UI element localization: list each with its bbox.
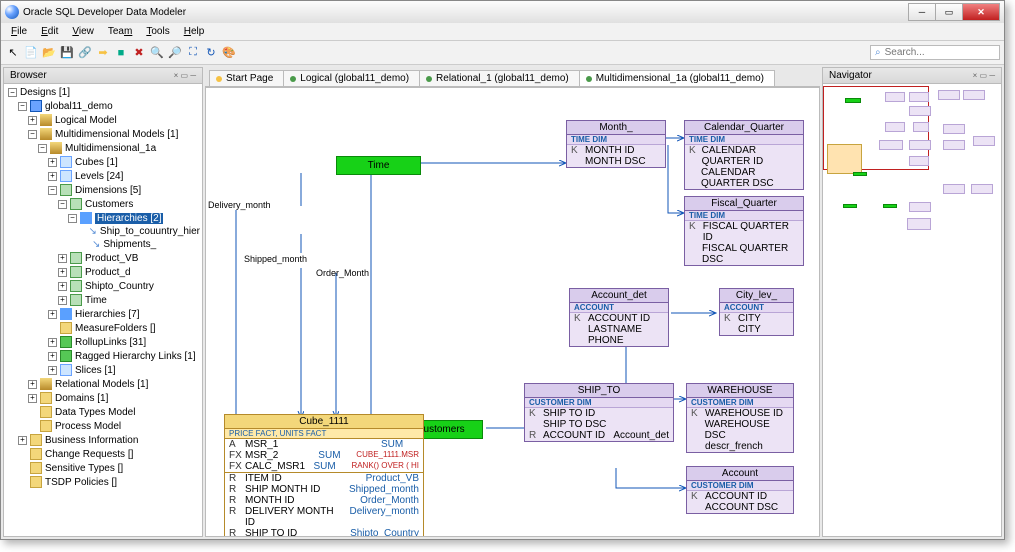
menu-view[interactable]: View <box>66 25 100 38</box>
entity-cube[interactable]: Cube_1111 PRICE FACT, UNITS FACT AMSR_1S… <box>224 414 424 537</box>
palette-icon[interactable]: 🎨 <box>221 45 237 61</box>
chain-icon[interactable]: 🔗 <box>77 45 93 61</box>
tab-relational[interactable]: Relational_1 (global11_demo) <box>419 70 580 86</box>
menu-file[interactable]: File <box>5 25 33 38</box>
entity-month[interactable]: Month_TIME DIM KMONTH ID MONTH DSC <box>566 120 666 168</box>
menubar: File Edit View Team Tools Help <box>1 23 1004 41</box>
navigator-minimap[interactable] <box>823 84 1001 536</box>
search-box[interactable]: ⌕ <box>870 45 1000 60</box>
navigator-controls[interactable]: × ▭ ─ <box>973 71 995 80</box>
node-time[interactable]: Time <box>336 156 421 175</box>
browser-controls[interactable]: × ▭ ─ <box>174 71 196 80</box>
menu-edit[interactable]: Edit <box>35 25 64 38</box>
diagram-canvas[interactable]: Delivery_month Shipped_month Order_Month… <box>205 87 820 537</box>
entity-acct[interactable]: Account_detACCOUNT KACCOUNT ID LASTNAME … <box>569 288 669 347</box>
app-title: Oracle SQL Developer Data Modeler <box>23 7 186 18</box>
menu-help[interactable]: Help <box>178 25 211 38</box>
entity-account[interactable]: AccountCUSTOMER DIM KACCOUNT ID ACCOUNT … <box>686 466 794 514</box>
navigator-pane: Navigator × ▭ ─ <box>822 67 1002 537</box>
search-icon: ⌕ <box>875 47 881 58</box>
app-icon <box>5 5 19 19</box>
menu-tools[interactable]: Tools <box>140 25 175 38</box>
entity-warehouse[interactable]: WAREHOUSECUSTOMER DIM KWAREHOUSE ID WARE… <box>686 383 794 453</box>
save-icon[interactable]: 💾 <box>59 45 75 61</box>
tab-logical[interactable]: Logical (global11_demo) <box>283 70 420 86</box>
label-order: Order_Month <box>316 268 369 278</box>
search-input[interactable] <box>885 47 985 58</box>
cursor-icon[interactable]: ↖ <box>5 45 21 61</box>
entity-city[interactable]: City_lev_ACCOUNT KCITY CITY <box>719 288 794 336</box>
entity-fisq[interactable]: Fiscal_QuarterTIME DIM KFISCAL QUARTER I… <box>684 196 804 266</box>
refresh-icon[interactable]: ↻ <box>203 45 219 61</box>
arrow-icon[interactable]: ➡ <box>95 45 111 61</box>
new-icon[interactable]: 📄 <box>23 45 39 61</box>
entity-shipto[interactable]: SHIP_TOCUSTOMER DIM KSHIP TO ID SHIP TO … <box>524 383 674 442</box>
toolbar: ↖ 📄 📂 💾 🔗 ➡ ■ ✖ 🔍 🔎 ⛶ ↻ 🎨 ⌕ <box>1 41 1004 65</box>
tab-start[interactable]: Start Page <box>209 70 284 86</box>
close-button[interactable]: ✕ <box>962 3 1000 21</box>
entity-calq[interactable]: Calendar_QuarterTIME DIM KCALENDAR QUART… <box>684 120 804 190</box>
open-icon[interactable]: 📂 <box>41 45 57 61</box>
label-delivery: Delivery_month <box>208 200 271 210</box>
browser-title: Browser <box>10 70 47 81</box>
tree-selected[interactable]: Hierarchies [2] <box>95 213 163 224</box>
fit-icon[interactable]: ⛶ <box>185 45 201 61</box>
delete-icon[interactable]: ✖ <box>131 45 147 61</box>
minimize-button[interactable]: ─ <box>908 3 936 21</box>
zoom-out-icon[interactable]: 🔎 <box>167 45 183 61</box>
label-shipped: Shipped_month <box>244 254 307 264</box>
titlebar: Oracle SQL Developer Data Modeler ─ ▭ ✕ <box>1 1 1004 23</box>
browser-pane: Browser × ▭ ─ −Designs [1] −global11_dem… <box>3 67 203 537</box>
menu-team[interactable]: Team <box>102 25 138 38</box>
new-model-icon[interactable]: ■ <box>113 45 129 61</box>
tab-multidim[interactable]: Multidimensional_1a (global11_demo) <box>579 70 775 86</box>
zoom-in-icon[interactable]: 🔍 <box>149 45 165 61</box>
editor-tabs: Start Page Logical (global11_demo) Relat… <box>205 67 820 87</box>
browser-tree[interactable]: −Designs [1] −global11_demo +Logical Mod… <box>4 84 202 536</box>
expand-icon[interactable]: − <box>8 88 17 97</box>
navigator-title: Navigator <box>829 70 872 81</box>
maximize-button[interactable]: ▭ <box>935 3 963 21</box>
